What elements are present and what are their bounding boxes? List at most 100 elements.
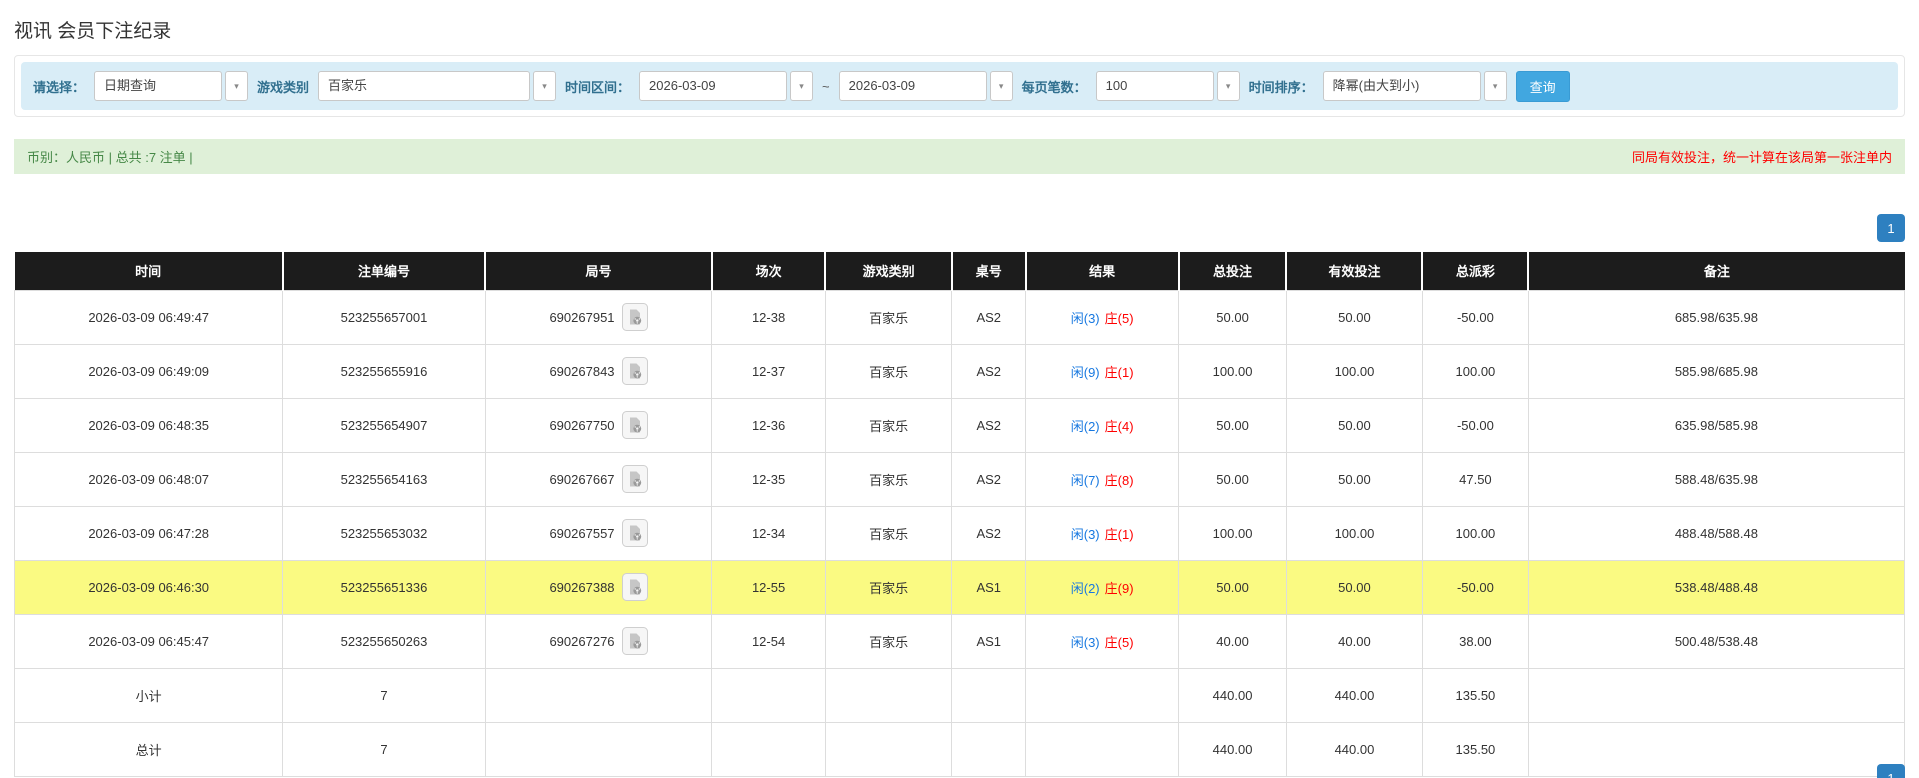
- sort-order-value[interactable]: 降幂(由大到小): [1322, 71, 1481, 101]
- remark-cell: 588.48/635.98: [1527, 451, 1906, 507]
- result-cell: 闲(3) 庄(5): [1025, 613, 1180, 669]
- time-cell: 2026-03-09 06:49:09: [13, 343, 284, 399]
- table-row: 2026-03-09 06:48:07 523255654163 690267667…: [13, 451, 1906, 507]
- total-bet-cell[interactable]: 50.00: [1178, 451, 1287, 507]
- total-bet-cell[interactable]: 50.00: [1178, 397, 1287, 453]
- video-replay-icon[interactable]: [621, 411, 648, 439]
- bet-id-cell: 523255651336: [282, 559, 486, 615]
- session-cell: 12-35: [711, 451, 826, 507]
- header-bet-id: 注单编号: [282, 252, 487, 290]
- game-type-cell: 百家乐: [824, 289, 953, 345]
- player-result: 闲(3): [1070, 634, 1100, 650]
- date-from-value[interactable]: 2026-03-09: [639, 71, 788, 101]
- result-cell: 闲(3) 庄(5): [1025, 289, 1180, 345]
- query-type-value[interactable]: 日期查询: [94, 71, 223, 101]
- remark-cell: 488.48/588.48: [1527, 505, 1906, 561]
- table-no-cell: AS2: [951, 397, 1027, 453]
- game-type-select[interactable]: 百家乐 ▾: [318, 71, 557, 101]
- time-cell: 2026-03-09 06:46:30: [13, 559, 284, 615]
- summary-total-bet-cell: 440.00: [1178, 721, 1287, 777]
- chevron-down-icon[interactable]: ▾: [225, 71, 249, 101]
- time-cell: 2026-03-09 06:49:47: [13, 289, 284, 345]
- header-round-id: 局号: [485, 252, 713, 290]
- table-no-cell: AS2: [951, 343, 1027, 399]
- total-bet-cell[interactable]: 100.00: [1178, 343, 1287, 399]
- table-no-cell: AS1: [951, 613, 1027, 669]
- video-replay-icon[interactable]: [621, 303, 648, 331]
- page-button-1[interactable]: 1: [1877, 764, 1905, 778]
- time-cell: 2026-03-09 06:47:28: [13, 505, 284, 561]
- payout-cell: -50.00: [1421, 397, 1529, 453]
- summary-count-cell: 7: [282, 667, 486, 723]
- total-bet-cell[interactable]: 50.00: [1178, 559, 1287, 615]
- table-no-cell: AS2: [951, 451, 1027, 507]
- total-bet-cell[interactable]: 50.00: [1178, 289, 1287, 345]
- table-row: 2026-03-09 06:46:30 523255651336 690267388…: [13, 559, 1906, 615]
- query-type-label: 请选择：: [33, 79, 86, 95]
- table-row: 2026-03-09 06:49:47 523255657001 690267951…: [13, 289, 1906, 345]
- remark-cell: 685.98/635.98: [1527, 289, 1906, 345]
- bet-id-cell: 523255654907: [282, 397, 486, 453]
- video-replay-icon[interactable]: [621, 357, 648, 385]
- total-bet-cell[interactable]: 100.00: [1178, 505, 1287, 561]
- round-id-cell: 690267750: [484, 397, 713, 453]
- player-result: 闲(9): [1070, 364, 1100, 380]
- table-no-cell: AS2: [951, 289, 1027, 345]
- session-cell: 12-36: [711, 397, 826, 453]
- remark-cell: 635.98/585.98: [1527, 397, 1906, 453]
- total-bet-cell[interactable]: 40.00: [1178, 613, 1287, 669]
- search-button[interactable]: 查询: [1515, 70, 1570, 102]
- table-row: 2026-03-09 06:48:35 523255654907 690267750…: [13, 397, 1906, 453]
- table-row: 2026-03-09 06:47:28 523255653032 690267557…: [13, 505, 1906, 561]
- game-type-cell: 百家乐: [824, 559, 953, 615]
- page-button-1[interactable]: 1: [1877, 214, 1905, 242]
- page-size-value[interactable]: 100: [1095, 71, 1214, 101]
- date-to-value[interactable]: 2026-03-09: [838, 71, 987, 101]
- chevron-down-icon[interactable]: ▾: [1483, 71, 1507, 101]
- result-cell: 闲(3) 庄(1): [1025, 505, 1180, 561]
- summary-empty-cell: [1025, 721, 1180, 777]
- banker-result: 庄(8): [1104, 472, 1134, 488]
- game-type-cell: 百家乐: [824, 397, 953, 453]
- summary-empty-cell: [711, 721, 826, 777]
- session-cell: 12-34: [711, 505, 826, 561]
- date-from-input[interactable]: 2026-03-09 ▾: [639, 71, 814, 101]
- payout-cell: 47.50: [1421, 451, 1529, 507]
- time-cell: 2026-03-09 06:48:35: [13, 397, 284, 453]
- video-replay-icon[interactable]: [621, 627, 648, 655]
- game-type-value[interactable]: 百家乐: [318, 71, 531, 101]
- query-type-select[interactable]: 日期查询 ▾: [94, 71, 249, 101]
- session-cell: 12-38: [711, 289, 826, 345]
- chevron-down-icon[interactable]: ▾: [989, 71, 1013, 101]
- player-result: 闲(2): [1070, 418, 1100, 434]
- valid-bet-cell: 100.00: [1285, 505, 1423, 561]
- round-id-cell: 690267276: [484, 613, 713, 669]
- payout-cell: 100.00: [1421, 505, 1529, 561]
- bet-id-cell: 523255655916: [282, 343, 486, 399]
- summary-payout-cell: 135.50: [1421, 667, 1529, 723]
- date-to-input[interactable]: 2026-03-09 ▾: [838, 71, 1013, 101]
- game-type-label: 游戏类别: [257, 79, 310, 95]
- video-replay-icon[interactable]: [621, 573, 648, 601]
- summary-empty-cell: [824, 667, 953, 723]
- header-remark: 备注: [1528, 252, 1905, 290]
- round-id-cell: 690267388: [484, 559, 713, 615]
- chevron-down-icon[interactable]: ▾: [1216, 71, 1240, 101]
- result-cell: 闲(9) 庄(1): [1025, 343, 1180, 399]
- sort-order-select[interactable]: 降幂(由大到小) ▾: [1322, 71, 1507, 101]
- header-time: 时间: [14, 252, 284, 290]
- bet-id-cell: 523255650263: [282, 613, 486, 669]
- video-replay-icon[interactable]: [621, 465, 648, 493]
- remark-cell: 500.48/538.48: [1527, 613, 1906, 669]
- subtotal-row: 小计 7 440.00 440.00 135.50: [13, 667, 1906, 723]
- video-replay-icon[interactable]: [621, 519, 648, 547]
- chevron-down-icon[interactable]: ▾: [533, 71, 557, 101]
- sort-order-label: 时间排序：: [1248, 79, 1314, 95]
- round-id-value: 690267951: [549, 309, 615, 325]
- round-id-cell: 690267667: [484, 451, 713, 507]
- chevron-down-icon[interactable]: ▾: [790, 71, 814, 101]
- summary-payout-cell: 135.50: [1421, 721, 1529, 777]
- time-cell: 2026-03-09 06:48:07: [13, 451, 284, 507]
- valid-bet-cell: 50.00: [1285, 289, 1423, 345]
- page-size-select[interactable]: 100 ▾: [1095, 71, 1240, 101]
